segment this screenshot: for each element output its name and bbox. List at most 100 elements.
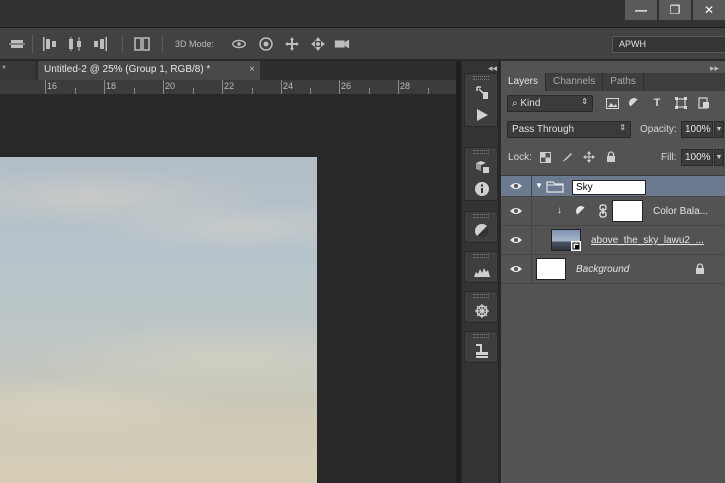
distribute-left-icon[interactable]: [42, 36, 58, 52]
grip-handle[interactable]: [473, 150, 489, 154]
ruler-tick: [104, 80, 105, 94]
sky-photo[interactable]: [0, 157, 317, 483]
grip-handle[interactable]: [473, 294, 489, 298]
restore-button[interactable]: ❐: [659, 0, 691, 20]
dock-group-histogram: [464, 251, 498, 283]
lock-label: Lock:: [508, 152, 532, 163]
layer-row-sky-group[interactable]: ▼ Sky: [501, 176, 725, 197]
adjustments-icon[interactable]: [465, 220, 499, 242]
ruler-label: 22: [224, 81, 235, 91]
document-tab-bar: ) * Untitled-2 @ 25% (Group 1, RGB/8) * …: [0, 61, 460, 80]
distribute-horizontal-centers-icon[interactable]: [67, 36, 83, 52]
smart-object-badge-icon: [571, 241, 581, 251]
workspace-select[interactable]: APWH: [612, 36, 725, 53]
visibility-eye-icon[interactable]: [509, 264, 523, 274]
close-button[interactable]: ✕: [693, 0, 725, 20]
tab-paths[interactable]: Paths: [603, 73, 644, 91]
scale-3d-icon[interactable]: [334, 36, 350, 52]
pan-3d-icon[interactable]: [284, 36, 300, 52]
blend-row: Pass Through ⇕ Opacity: 100% ▼: [501, 118, 725, 142]
history-icon[interactable]: [465, 82, 499, 104]
divider: [531, 197, 532, 225]
grip-handle[interactable]: [473, 334, 489, 338]
dock-group-adjustments: [464, 211, 498, 243]
visibility-eye-icon[interactable]: [509, 235, 523, 245]
layer-row-background[interactable]: Background: [501, 255, 725, 284]
layer-mask-thumbnail[interactable]: [612, 200, 643, 222]
histogram-icon[interactable]: [465, 260, 499, 282]
layer-row-color-balance[interactable]: ↓ Color Bala...: [501, 197, 725, 226]
window-controls: — ❐ ✕: [623, 0, 725, 20]
tab-channels[interactable]: Channels: [546, 73, 604, 91]
clipping-arrow-icon: ↓: [557, 205, 562, 216]
adjustment-filter-icon[interactable]: [627, 96, 641, 110]
fill-slider-toggle[interactable]: ▼: [714, 149, 724, 166]
ruler-tick: [134, 88, 135, 94]
dropdown-arrow-icon: ⇕: [619, 123, 626, 132]
dock-group-properties: [464, 147, 498, 201]
slide-3d-icon[interactable]: [310, 36, 326, 52]
pixel-filter-icon[interactable]: [605, 96, 619, 110]
ruler-tick: [369, 88, 370, 94]
layer-name[interactable]: above_the_sky_lawu2_...: [591, 235, 704, 246]
fill-label: Fill:: [661, 152, 677, 163]
panel-tabs: Layers Channels Paths: [501, 73, 725, 91]
3d-properties-icon[interactable]: [465, 156, 499, 178]
tab-untitled-2[interactable]: Untitled-2 @ 25% (Group 1, RGB/8) * ×: [38, 61, 260, 80]
align-vertical-centers-icon[interactable]: [9, 36, 25, 52]
filter-kind-value: Kind: [520, 98, 541, 109]
layer-thumbnail[interactable]: [536, 258, 566, 280]
lock-transparent-pixels-icon[interactable]: [539, 151, 551, 163]
grip-handle[interactable]: [473, 254, 489, 258]
canvas-area[interactable]: [0, 96, 460, 483]
shape-filter-icon[interactable]: [674, 96, 688, 110]
type-filter-icon[interactable]: T: [650, 96, 664, 110]
ruler-tick: [281, 80, 282, 94]
lock-position-icon[interactable]: [583, 151, 595, 163]
grip-handle[interactable]: [473, 76, 489, 80]
title-bar: — ❐ ✕: [0, 0, 725, 28]
navigator-wheel-icon[interactable]: [465, 300, 499, 322]
orbit-3d-icon[interactable]: [231, 36, 247, 52]
lock-row: Lock: Fill: 100% ▼: [501, 146, 725, 170]
tab-label: Untitled-2 @ 25% (Group 1, RGB/8) *: [44, 64, 211, 75]
mask-link-chain-icon[interactable]: [598, 204, 608, 218]
adjustment-layer-icon: [576, 206, 587, 217]
clone-stamp-icon[interactable]: [465, 340, 499, 362]
roll-3d-icon[interactable]: [258, 36, 274, 52]
filter-kind-select[interactable]: ⌕ Kind ⇕: [507, 95, 593, 112]
grip-handle[interactable]: [473, 214, 489, 218]
fill-input[interactable]: 100%: [681, 149, 713, 166]
tab-layers[interactable]: Layers: [501, 73, 547, 91]
ruler-tick: [428, 88, 429, 94]
tab-previous-document[interactable]: ) *: [0, 61, 35, 80]
ruler-tick: [398, 80, 399, 94]
layer-name[interactable]: Color Bala...: [653, 206, 708, 217]
play-actions-icon[interactable]: [465, 104, 499, 126]
visibility-eye-icon[interactable]: [509, 206, 523, 216]
lock-all-icon[interactable]: [605, 151, 617, 163]
blend-mode-select[interactable]: Pass Through ⇕: [507, 121, 631, 138]
minimize-button[interactable]: —: [625, 0, 657, 20]
info-icon[interactable]: [465, 178, 499, 200]
layer-row-sky-photo[interactable]: above_the_sky_lawu2_...: [501, 226, 725, 255]
ruler-tick: [310, 88, 311, 94]
smart-object-filter-icon[interactable]: [697, 96, 711, 110]
ruler-tick: [163, 80, 164, 94]
dock-group-navigator: [464, 291, 498, 323]
ruler-label: 18: [106, 81, 117, 91]
layer-name[interactable]: Background: [576, 264, 629, 275]
ruler-tick: [339, 80, 340, 94]
tab-close-icon[interactable]: ×: [249, 64, 255, 75]
opacity-slider-toggle[interactable]: ▼: [714, 121, 724, 138]
blend-mode-value: Pass Through: [512, 124, 575, 135]
expand-group-arrow-icon[interactable]: ▼: [535, 181, 543, 190]
ruler-label: 20: [165, 81, 176, 91]
layers-list: ▼ Sky ↓ Color Bala... above_the_sky_lawu…: [501, 175, 725, 483]
opacity-input[interactable]: 100%: [681, 121, 713, 138]
distribute-right-icon[interactable]: [92, 36, 108, 52]
visibility-eye-icon[interactable]: [509, 181, 523, 191]
layer-name-edit-field[interactable]: Sky: [572, 180, 646, 195]
auto-align-layers-icon[interactable]: [134, 36, 150, 52]
lock-image-pixels-icon[interactable]: [561, 151, 573, 163]
